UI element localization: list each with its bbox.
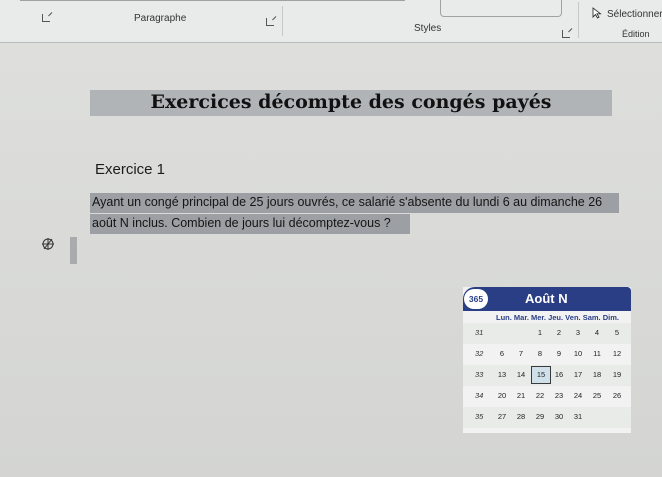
ribbon-separator — [282, 6, 283, 36]
calendar-day: 8 — [537, 349, 543, 358]
calendar-day: 5 — [614, 328, 620, 337]
calendar-day: 16 — [554, 370, 564, 379]
select-button[interactable]: Sélectionner — [607, 9, 662, 20]
calendar-month: Août N — [525, 291, 568, 306]
exercise-text-line-1: Ayant un congé principal de 25 jours ouv… — [90, 193, 619, 213]
week-number: 34 — [475, 391, 484, 400]
calendar-day: 6 — [499, 349, 505, 358]
text-cursor — [70, 237, 77, 264]
calendar-day: 20 — [497, 391, 507, 400]
calendar-day: 9 — [556, 349, 562, 358]
calendar-day: 21 — [516, 391, 526, 400]
calendar-day: 2 — [556, 328, 562, 337]
calendar-day: 22 — [535, 391, 545, 400]
styles-dialog-launcher-icon[interactable] — [562, 30, 570, 38]
cross-symbol-icon — [42, 238, 54, 250]
calendar-day: 19 — [612, 370, 622, 379]
calendar-day: 17 — [573, 370, 583, 379]
calendar-image: 365 Août N Lun. Mar. Mer. Jeu. Ven. Sam.… — [463, 287, 631, 433]
week-number: 32 — [475, 349, 484, 358]
calendar-day: 24 — [573, 391, 583, 400]
calendar-day: 7 — [518, 349, 524, 358]
calendar-day: 1 — [537, 328, 543, 337]
calendar-day: 18 — [592, 370, 602, 379]
font-dialog-launcher-icon[interactable] — [42, 14, 50, 22]
ribbon-group-border — [20, 0, 405, 4]
styles-group-label: Styles — [414, 23, 442, 34]
editing-group-label: Édition — [622, 29, 650, 39]
paragraph-dialog-launcher-icon[interactable] — [266, 18, 274, 26]
calendar-week-row: 35 27 28 29 30 31 — [463, 407, 631, 428]
calendar-day: 4 — [594, 328, 600, 337]
ribbon: Paragraphe Styles Sélectionner Édition — [0, 0, 662, 43]
title-highlight: Exercices décompte des congés payés — [90, 90, 612, 116]
week-number: 35 — [475, 412, 484, 421]
calendar-day: 27 — [497, 412, 507, 421]
calendar-day: 25 — [592, 391, 602, 400]
calendar-day: 31 — [573, 412, 583, 421]
style-gallery-border — [440, 0, 562, 17]
week-number: 31 — [475, 328, 484, 337]
week-number: 33 — [475, 370, 484, 379]
calendar-day: 28 — [516, 412, 526, 421]
calendar-day: 13 — [497, 370, 507, 379]
calendar-day: 23 — [554, 391, 564, 400]
calendar-day: 12 — [612, 349, 622, 358]
exercise-text-line-2: août N inclus. Combien de jours lui déco… — [90, 214, 410, 234]
calendar-grid: 31 1 2 3 4 5 32 6 7 8 9 10 11 12 33 13 14 15 16 17 18 19 34 20 2… — [463, 323, 631, 428]
calendar-week-row: 34 20 21 22 23 24 25 26 — [463, 386, 631, 407]
calendar-day: 11 — [593, 349, 601, 358]
calendar-day: 30 — [554, 412, 564, 421]
calendar-week-row: 31 1 2 3 4 5 — [463, 323, 631, 344]
calendar-day: 14 — [516, 370, 526, 379]
calendar-day: 10 — [573, 349, 583, 358]
cursor-arrow-icon — [592, 7, 602, 19]
document-title: Exercices décompte des congés payés — [150, 91, 552, 113]
calendar-day: 29 — [535, 412, 545, 421]
calendar-week-row: 32 6 7 8 9 10 11 12 — [463, 344, 631, 365]
calendar-day-header: Lun. Mar. Mer. Jeu. Ven. Sam. Dim. — [496, 313, 619, 322]
calendar-header: 365 Août N — [463, 287, 631, 311]
calendar-badge: 365 — [464, 289, 488, 309]
paragraph-group-label: Paragraphe — [134, 13, 187, 24]
exercise-heading: Exercice 1 — [95, 161, 166, 178]
document-page[interactable]: Exercices décompte des congés payés Exer… — [0, 43, 662, 477]
calendar-day: 3 — [575, 328, 581, 337]
calendar-day: 15 — [531, 366, 551, 384]
calendar-day: 26 — [612, 391, 622, 400]
ribbon-separator — [578, 2, 579, 38]
calendar-week-row: 33 13 14 15 16 17 18 19 — [463, 365, 631, 386]
